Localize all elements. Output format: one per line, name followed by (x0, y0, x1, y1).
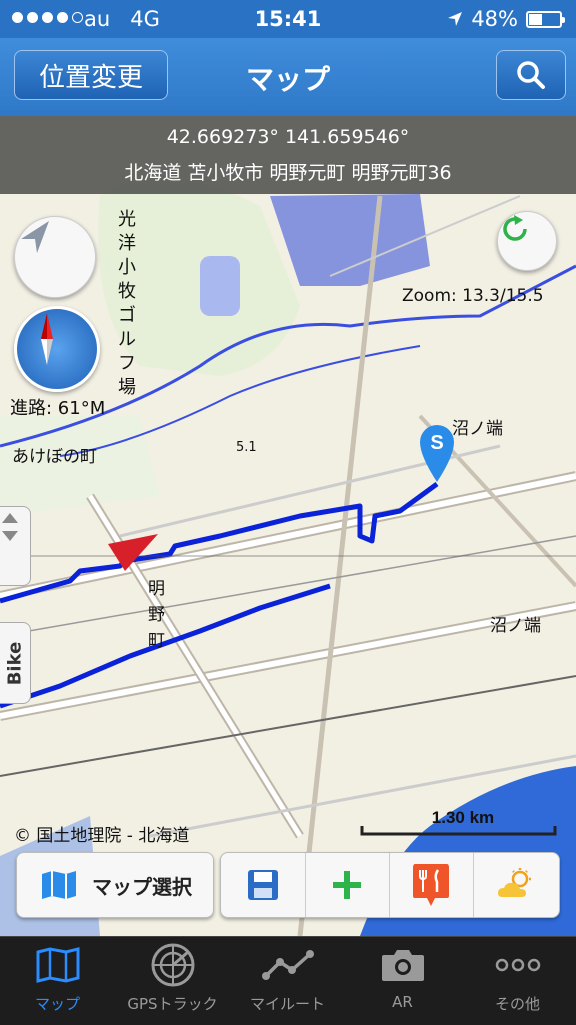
location-info-bar: 42.669273° 141.659546° 北海道 苫小牧市 明野元町 明野元… (0, 116, 576, 194)
tab-ar-label: AR (392, 993, 413, 1011)
page-title: マップ (245, 63, 330, 96)
locate-button[interactable] (14, 216, 96, 298)
add-button[interactable] (305, 853, 390, 917)
map-attribution: © 国土地理院 - 北海道 (14, 826, 190, 846)
tab-ar[interactable]: AR (345, 937, 460, 1025)
zoom-readout: Zoom: 13.3/15.5 (402, 286, 544, 306)
route-icon (261, 950, 314, 980)
coordinates-text: 42.669273° 141.659546° (166, 126, 410, 148)
map-select-button[interactable]: マップ選択 (16, 852, 214, 918)
up-down-arrows-icon (2, 513, 18, 541)
battery-percent: 48% (471, 7, 518, 31)
tab-my-route-label: マイルート (249, 995, 325, 1013)
refresh-icon (503, 215, 527, 241)
more-icon (495, 958, 540, 972)
map-label-golf: 光洋小牧ゴルフ場 (118, 209, 136, 398)
tab-gps-track[interactable]: GPSトラック (115, 937, 230, 1025)
tab-gps-track-label: GPSトラック (127, 995, 218, 1013)
compass-button[interactable] (14, 306, 100, 392)
start-marker-label: S (430, 432, 443, 454)
zoom-stepper[interactable] (0, 506, 31, 586)
tab-map-label: マップ (34, 995, 80, 1013)
tab-my-route[interactable]: マイルート (230, 937, 345, 1025)
map-label-numa-2: 沼ノ端 (490, 616, 541, 636)
camera-icon (381, 950, 424, 981)
activity-mode-tab[interactable]: Bike (0, 622, 31, 704)
map-label-akeno: 明野町 (148, 579, 165, 651)
nav-bar: 位置変更 マップ (0, 38, 576, 117)
save-icon (248, 870, 278, 900)
map-label-height: 5.1 (236, 440, 257, 455)
restaurant-button[interactable] (389, 853, 474, 917)
save-button[interactable] (221, 853, 306, 917)
radar-icon (151, 943, 194, 987)
location-arrow-icon (448, 12, 463, 26)
restaurant-icon (413, 864, 449, 906)
map-select-label: マップ選択 (92, 874, 192, 899)
location-arrow-icon (21, 221, 49, 253)
map-icon (42, 871, 76, 899)
scale-label: 1.30 km (432, 808, 494, 827)
heading-readout: 進路: 61°M (10, 398, 106, 419)
address-text: 北海道 苫小牧市 明野元町 明野元町36 (124, 162, 452, 184)
map-view[interactable]: S 1.30 km 光洋小牧ゴルフ場 あけぼの町 沼ノ端 沼ノ端 明野町 5.1… (0, 116, 576, 936)
action-toolbar (220, 852, 560, 918)
weather-button[interactable] (473, 853, 559, 917)
map-icon (36, 947, 79, 983)
map-label-akebono: あけぼの町 (12, 447, 97, 467)
add-icon (333, 871, 361, 899)
tab-map[interactable]: マップ (0, 937, 115, 1025)
tab-more-label: その他 (494, 995, 540, 1013)
activity-mode-label: Bike (4, 641, 26, 685)
refresh-button[interactable] (497, 211, 557, 271)
tab-more[interactable]: その他 (460, 937, 575, 1025)
search-button[interactable] (496, 50, 566, 100)
status-bar: au 4G 15:41 48% (0, 0, 576, 38)
compass-icon (41, 313, 53, 365)
weather-icon (498, 868, 531, 897)
search-icon (517, 61, 545, 89)
battery-icon (526, 10, 565, 28)
map-label-numa-1: 沼ノ端 (452, 419, 503, 439)
tab-bar: マップ GPSトラック マイルート AR その他 (0, 936, 576, 1025)
